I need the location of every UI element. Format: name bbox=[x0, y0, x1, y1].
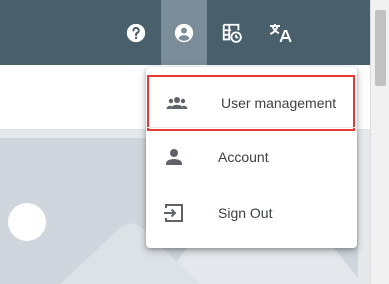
translate-icon bbox=[269, 23, 292, 42]
help-icon bbox=[126, 23, 146, 42]
person-icon bbox=[162, 145, 186, 169]
account-menu: User management Account Sign Out bbox=[146, 67, 357, 248]
menu-divider bbox=[146, 127, 357, 128]
translate-button[interactable] bbox=[257, 0, 303, 65]
help-button[interactable] bbox=[113, 0, 159, 65]
scrollbar-thumb[interactable] bbox=[375, 10, 386, 86]
menu-item-label: Account bbox=[218, 149, 269, 165]
menu-item-account[interactable]: Account bbox=[146, 129, 357, 185]
menu-item-user-management[interactable]: User management bbox=[147, 75, 355, 131]
account-button[interactable] bbox=[161, 0, 207, 65]
sign-out-icon bbox=[162, 201, 186, 225]
schedule-table-button[interactable] bbox=[209, 0, 255, 65]
menu-item-label: Sign Out bbox=[218, 205, 273, 221]
group-icon bbox=[165, 91, 189, 115]
vertical-scrollbar[interactable] bbox=[370, 0, 389, 284]
schedule-table-icon bbox=[222, 23, 242, 43]
top-toolbar bbox=[0, 0, 370, 65]
menu-item-sign-out[interactable]: Sign Out bbox=[146, 185, 357, 241]
account-icon bbox=[174, 23, 194, 42]
menu-item-label: User management bbox=[221, 95, 337, 111]
